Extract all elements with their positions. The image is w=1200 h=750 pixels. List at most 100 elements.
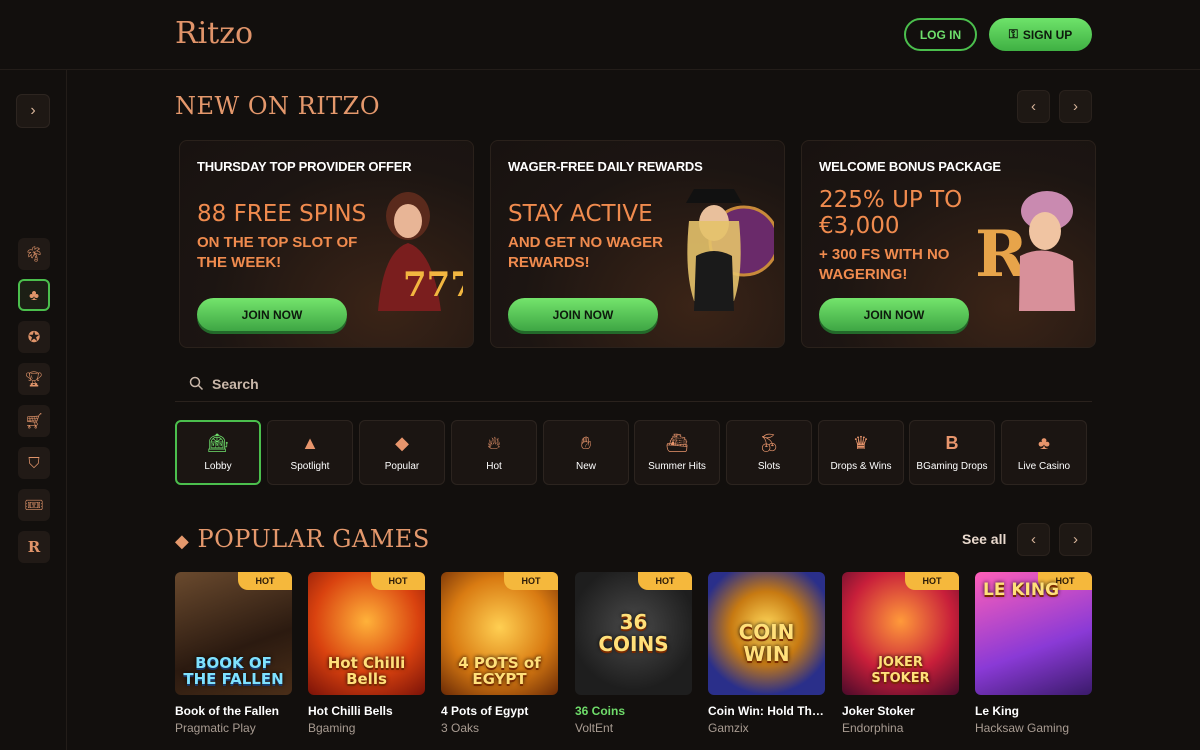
new-section-title: NEW ON RITZO <box>175 92 381 120</box>
game-provider: VoltEnt <box>575 721 614 735</box>
game-card-le-king[interactable]: HOT LE KING Le King Hacksaw Gaming <box>975 572 1092 735</box>
sidebar-item-shop[interactable]: 🛒︎ <box>18 405 50 437</box>
games-prev-button[interactable]: ‹ <box>1017 523 1050 556</box>
flame-icon: 🔥︎ <box>487 433 501 453</box>
game-thumbnail[interactable]: HOT LE KING <box>975 572 1092 695</box>
category-summer-hits[interactable]: ⛴ Summer Hits <box>634 420 720 485</box>
category-label: Drops & Wins <box>830 461 892 472</box>
diamond-icon: ◆ <box>175 531 190 552</box>
game-card-4-pots-of-egypt[interactable]: HOT 4 POTS of EGYPT 4 Pots of Egypt 3 Oa… <box>441 572 558 735</box>
sidebar-item-promotions[interactable]: ✪ <box>18 321 50 353</box>
category-label: Summer Hits <box>648 461 706 472</box>
ship-icon: ⛴ <box>665 433 689 453</box>
game-card-coin-win[interactable]: COIN WIN Coin Win: Hold The ... Gamzix <box>708 572 825 735</box>
b-logo-icon: B <box>945 433 959 453</box>
sidebar-item-vip[interactable]: ⛉ <box>18 447 50 479</box>
game-name: Joker Stoker <box>842 704 915 718</box>
games-next-button[interactable]: › <box>1059 523 1092 556</box>
spotlight-icon: ▲ <box>301 433 319 453</box>
promo-headline: 88 FREE SPINS <box>197 201 367 227</box>
game-thumbnail[interactable]: HOT BOOK OF THE FALLEN <box>175 572 292 695</box>
promo-headline: 225% UP TO €3,000 <box>819 187 963 239</box>
login-button[interactable]: LOG IN <box>904 18 977 51</box>
game-card-36-coins[interactable]: HOT 36 COINS 36 Coins VoltEnt <box>575 572 692 735</box>
category-lobby[interactable]: 🎰︎ Lobby <box>175 420 261 485</box>
sidebar-toggle-button[interactable]: › <box>16 94 50 128</box>
sidebar-item-summer[interactable]: 🌴︎ <box>18 238 50 270</box>
join-now-button[interactable]: JOIN NOW <box>508 298 658 331</box>
join-now-button[interactable]: JOIN NOW <box>197 298 347 331</box>
promo-badge-icon: ✪ <box>27 329 41 346</box>
category-new[interactable]: ✋︎ New <box>543 420 629 485</box>
category-slots[interactable]: 🍒︎ Slots <box>726 420 812 485</box>
game-thumbnail[interactable]: COIN WIN <box>708 572 825 695</box>
game-name: Hot Chilli Bells <box>308 704 393 718</box>
promo-card-welcome-bonus[interactable]: WELCOME BONUS PACKAGE 225% UP TO €3,000 … <box>801 140 1096 348</box>
hot-badge: HOT <box>238 572 292 590</box>
category-label: BGaming Drops <box>916 461 988 472</box>
popular-title-text: POPULAR GAMES <box>197 525 430 553</box>
signup-label: SIGN UP <box>1022 27 1073 42</box>
game-card-hot-chilli-bells[interactable]: HOT Hot Chilli Bells Hot Chilli Bells Bg… <box>308 572 425 735</box>
game-art-title: BOOK OF THE FALLEN <box>183 654 284 688</box>
game-name: 4 Pots of Egypt <box>441 704 529 718</box>
sidebar-item-tournaments[interactable]: 🏆︎ <box>18 363 50 395</box>
join-now-button[interactable]: JOIN NOW <box>819 298 969 331</box>
promo-art-gangster-girl <box>686 189 774 311</box>
club-icon: ♣ <box>29 286 39 304</box>
game-name: Book of the Fallen <box>175 704 280 718</box>
category-label: Lobby <box>204 461 232 472</box>
new-hand-icon: ✋︎ <box>580 433 592 453</box>
promo-tag: THURSDAY TOP PROVIDER OFFER <box>197 159 412 174</box>
category-live-casino[interactable]: ♣ Live Casino <box>1001 420 1087 485</box>
game-card-joker-stoker[interactable]: HOT JOKER STOKER Joker Stoker Endorphina <box>842 572 959 735</box>
game-thumbnail[interactable]: HOT Hot Chilli Bells <box>308 572 425 695</box>
game-card-book-of-the-fallen[interactable]: HOT BOOK OF THE FALLEN Book of the Falle… <box>175 572 292 735</box>
hot-badge: HOT <box>371 572 425 590</box>
promo-art-lady-777: 777 <box>378 192 463 311</box>
category-drops-wins[interactable]: ♛ Drops & Wins <box>818 420 904 485</box>
slot-machine-icon: 🎰︎ <box>206 433 230 453</box>
game-art-title: COIN WIN <box>738 620 795 666</box>
promo-card-daily-rewards[interactable]: WAGER-FREE DAILY REWARDS STAY ACTIVE AND… <box>490 140 785 348</box>
game-art-title: Hot Chilli Bells <box>327 654 406 688</box>
see-all-link[interactable]: See all <box>962 531 1006 547</box>
club-icon: ♣ <box>1038 433 1050 453</box>
search-input[interactable] <box>212 375 512 392</box>
category-label: New <box>575 461 596 472</box>
category-popular[interactable]: ◆ Popular <box>359 420 445 485</box>
game-thumbnail[interactable]: HOT 4 POTS of EGYPT <box>441 572 558 695</box>
promo-card-free-spins[interactable]: THURSDAY TOP PROVIDER OFFER 88 FREE SPIN… <box>179 140 474 348</box>
promo-subtext: + 300 FS WITH NO WAGERING! <box>819 246 950 283</box>
shield-icon: ⛉ <box>28 454 40 472</box>
promo-prev-button[interactable]: ‹ <box>1017 90 1050 123</box>
ritzo-r-icon: R <box>27 538 41 556</box>
chevron-left-icon: ‹ <box>1031 98 1036 115</box>
category-hot[interactable]: 🔥︎ Hot <box>451 420 537 485</box>
ritzo-logo[interactable]: Ritzo <box>175 16 253 51</box>
hot-badge: HOT <box>504 572 558 590</box>
game-provider: Gamzix <box>708 721 749 735</box>
palm-tree-icon: 🌴︎ <box>24 246 44 263</box>
category-bgaming-drops[interactable]: B BGaming Drops <box>909 420 995 485</box>
game-provider: Pragmatic Play <box>175 721 256 735</box>
cherries-icon: 🍒︎ <box>757 433 781 453</box>
category-label: Popular <box>384 461 420 472</box>
trophy-icon: 🏆︎ <box>24 371 44 388</box>
promo-art-flapper-r: R <box>975 191 1075 311</box>
sidebar-item-ritzo[interactable]: R <box>18 531 50 563</box>
sidebar-item-tickets[interactable]: 🎟︎ <box>18 489 50 521</box>
chevron-right-icon: › <box>1073 98 1078 115</box>
category-spotlight[interactable]: ▲ Spotlight <box>267 420 353 485</box>
cart-icon: 🛒︎ <box>24 413 44 430</box>
promo-next-button[interactable]: › <box>1059 90 1092 123</box>
signup-button[interactable]: ⚿ SIGN UP <box>989 18 1092 51</box>
promo-tag: WAGER-FREE DAILY REWARDS <box>508 159 703 174</box>
game-thumbnail[interactable]: HOT 36 COINS <box>575 572 692 695</box>
game-thumbnail[interactable]: HOT JOKER STOKER <box>842 572 959 695</box>
sidebar-item-casino[interactable]: ♣ <box>18 279 50 311</box>
ticket-icon: 🎟︎ <box>24 497 44 514</box>
promo-subtext: ON THE TOP SLOT OF THE WEEK! <box>197 234 358 271</box>
game-provider: Hacksaw Gaming <box>975 721 1070 735</box>
game-name: Coin Win: Hold The ... <box>708 704 825 718</box>
